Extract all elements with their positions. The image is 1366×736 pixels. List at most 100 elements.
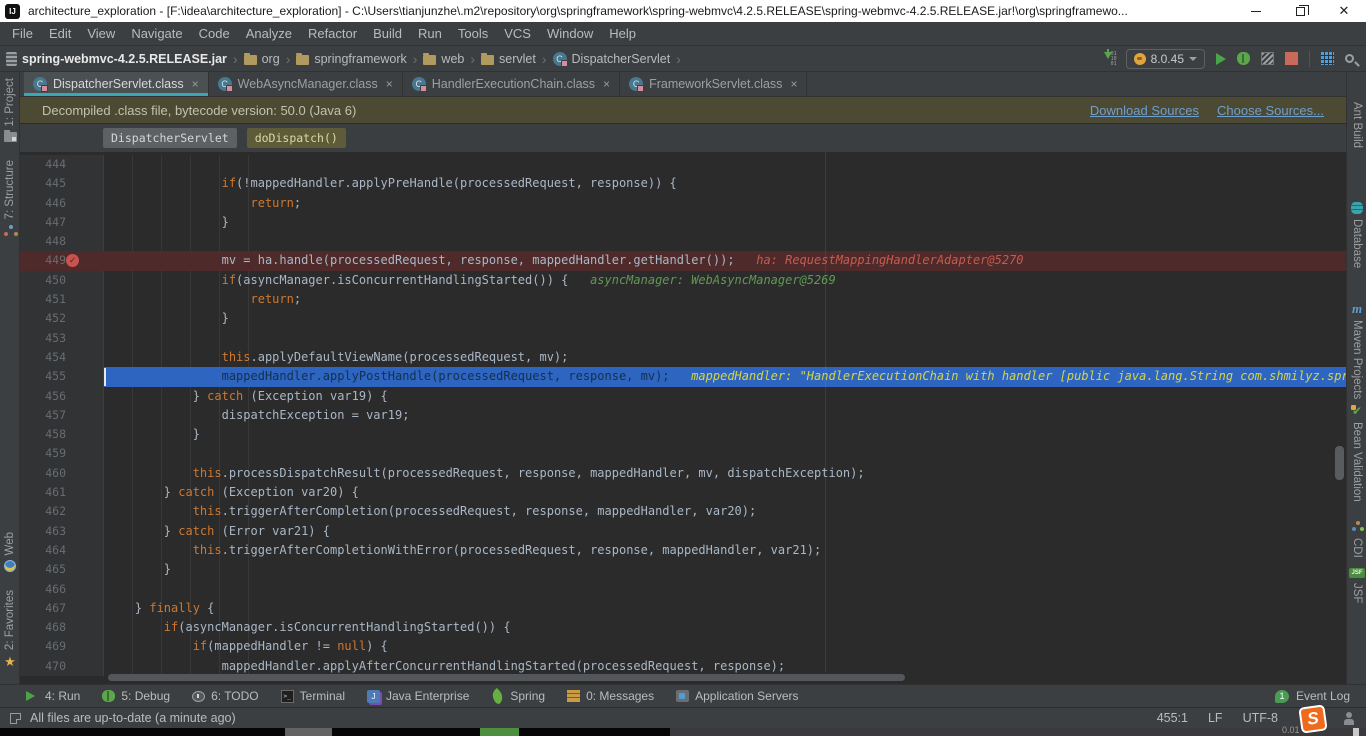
editor-breadcrumb-dodispatch[interactable]: doDispatch() xyxy=(246,128,346,148)
menu-refactor[interactable]: Refactor xyxy=(300,22,365,45)
gutter[interactable]: 446 xyxy=(20,193,104,213)
code-line-447[interactable]: 447 } xyxy=(20,212,1346,233)
gutter[interactable]: 452 xyxy=(20,309,104,329)
stop-button[interactable] xyxy=(1285,52,1298,65)
code-line-450[interactable]: 450 if(asyncManager.isConcurrentHandling… xyxy=(20,270,1346,291)
search-icon[interactable] xyxy=(1345,54,1354,63)
code-line-452[interactable]: 452 } xyxy=(20,309,1346,329)
close-button[interactable]: ✕ xyxy=(1322,0,1366,22)
code-line-448[interactable]: 448 xyxy=(20,232,1346,252)
choose-sources-link[interactable]: Choose Sources... xyxy=(1217,103,1324,118)
code-line-465[interactable]: 465 } xyxy=(20,560,1346,580)
tool-window-button-4-run[interactable]: 4: Run xyxy=(26,689,80,703)
gutter[interactable]: 460 xyxy=(20,463,104,484)
code-editor[interactable]: 444 445 if(!mappedHandler.applyPreHandle(… xyxy=(20,152,1346,684)
tool-button-maven-projects[interactable]: m Maven Projects xyxy=(1347,301,1366,400)
update-project-icon[interactable]: 01 10 01 xyxy=(1101,48,1117,66)
menu-build[interactable]: Build xyxy=(365,22,410,45)
horizontal-scrollbar[interactable] xyxy=(108,674,905,681)
minimize-button[interactable] xyxy=(1234,0,1278,22)
caret-position[interactable]: 455:1 xyxy=(1157,711,1188,725)
file-encoding[interactable]: UTF-8 xyxy=(1243,711,1278,725)
coverage-button[interactable] xyxy=(1261,52,1274,65)
menu-code[interactable]: Code xyxy=(191,22,238,45)
breakpoint-icon[interactable] xyxy=(66,254,79,268)
menu-analyze[interactable]: Analyze xyxy=(238,22,300,45)
tool-button-web[interactable]: Web xyxy=(0,532,20,573)
breadcrumb-item-dispatcherservlet[interactable]: C DispatcherServlet xyxy=(552,51,670,67)
menu-vcs[interactable]: VCS xyxy=(496,22,539,45)
gutter[interactable]: 462 xyxy=(20,502,104,522)
gutter[interactable]: 454 xyxy=(20,347,104,368)
tool-button-2-favorites[interactable]: 2: Favorites ★ xyxy=(0,590,20,668)
tab-dispatcherservlet-class[interactable]: C DispatcherServlet.class × xyxy=(24,72,209,96)
menu-view[interactable]: View xyxy=(79,22,123,45)
update-status-icon[interactable] xyxy=(10,712,21,724)
download-sources-link[interactable]: Download Sources xyxy=(1090,103,1199,118)
run-configuration-select[interactable]: 8.0.45 xyxy=(1125,48,1205,69)
gutter[interactable]: 459 xyxy=(20,444,104,464)
code-line-445[interactable]: 445 if(!mappedHandler.applyPreHandle(pro… xyxy=(20,174,1346,194)
tab-handlerexecutionchain-class[interactable]: C HandlerExecutionChain.class × xyxy=(403,72,621,96)
gutter[interactable]: 463 xyxy=(20,521,104,541)
gutter[interactable]: 464 xyxy=(20,540,104,561)
menu-navigate[interactable]: Navigate xyxy=(123,22,190,45)
vertical-scrollbar[interactable] xyxy=(1335,446,1344,480)
gutter[interactable]: 457 xyxy=(20,405,104,426)
gutter[interactable]: 469 xyxy=(20,637,104,657)
close-icon[interactable]: × xyxy=(192,77,199,91)
close-icon[interactable]: × xyxy=(790,77,797,91)
tool-window-button-5-debug[interactable]: 5: Debug xyxy=(102,689,170,703)
code-line-468[interactable]: 468 if(asyncManager.isConcurrentHandling… xyxy=(20,618,1346,638)
tool-button-jsf[interactable]: JSF JSF xyxy=(1347,568,1366,603)
gutter[interactable]: 470 xyxy=(20,656,104,677)
maximize-button[interactable] xyxy=(1278,0,1322,22)
tool-button-7-structure[interactable]: 7: Structure xyxy=(0,160,20,237)
gutter[interactable]: 461 xyxy=(20,483,104,503)
tool-window-button-spring[interactable]: Spring xyxy=(489,687,545,705)
breadcrumb-item-springframework[interactable]: springframework xyxy=(296,52,407,66)
run-button[interactable] xyxy=(1216,52,1226,65)
tool-button-bean-validation[interactable]: ✔ Bean Validation xyxy=(1347,404,1366,502)
code-line-453[interactable]: 453 xyxy=(20,328,1346,348)
event-log-button[interactable]: 1 Event Log xyxy=(1274,689,1350,703)
code-line-455[interactable]: 455 mappedHandler.applyPostHandle(proces… xyxy=(20,367,1346,387)
menu-edit[interactable]: Edit xyxy=(41,22,79,45)
tool-window-button-6-todo[interactable]: 6: TODO xyxy=(192,689,259,703)
code-line-457[interactable]: 457 dispatchException = var19; xyxy=(20,405,1346,426)
code-line-460[interactable]: 460 this.processDispatchResult(processed… xyxy=(20,463,1346,484)
tool-window-button-application-servers[interactable]: Application Servers xyxy=(676,689,799,703)
tool-window-button-java-enterprise[interactable]: J Java Enterprise xyxy=(367,689,469,703)
sogou-ime-icon[interactable]: S xyxy=(1298,704,1328,734)
code-line-446[interactable]: 446 return; xyxy=(20,193,1346,213)
code-line-469[interactable]: 469 if(mappedHandler != null) { xyxy=(20,637,1346,657)
gutter[interactable]: 448 xyxy=(20,232,104,252)
code-line-464[interactable]: 464 this.triggerAfterCompletionWithError… xyxy=(20,540,1346,561)
menu-file[interactable]: File xyxy=(4,22,41,45)
breadcrumb-item-spring-webmvc-4-2-5-release-jar[interactable]: spring-webmvc-4.2.5.RELEASE.jar xyxy=(6,51,227,66)
code-line-456[interactable]: 456 } catch (Exception var19) { xyxy=(20,386,1346,406)
tool-window-button-0-messages[interactable]: 0: Messages xyxy=(567,689,654,703)
code-line-461[interactable]: 461 } catch (Exception var20) { xyxy=(20,483,1346,503)
code-line-462[interactable]: 462 this.triggerAfterCompletion(processe… xyxy=(20,502,1346,522)
gutter[interactable]: 465 xyxy=(20,560,104,580)
gutter[interactable]: 453 xyxy=(20,328,104,348)
gutter[interactable]: 449 xyxy=(20,251,104,270)
gutter[interactable]: 447 xyxy=(20,212,104,233)
gutter[interactable]: 458 xyxy=(20,425,104,445)
tool-button-cdi[interactable]: CDI xyxy=(1347,520,1366,558)
gutter[interactable]: 445 xyxy=(20,174,104,194)
code-line-458[interactable]: 458 } xyxy=(20,425,1346,445)
gutter[interactable]: 466 xyxy=(20,579,104,599)
tab-webasyncmanager-class[interactable]: C WebAsyncManager.class × xyxy=(209,72,403,96)
breadcrumb-item-org[interactable]: org xyxy=(243,52,280,66)
code-line-466[interactable]: 466 xyxy=(20,579,1346,599)
code-line-444[interactable]: 444 xyxy=(20,155,1346,175)
code-line-449[interactable]: 449 mv = ha.handle(processedRequest, res… xyxy=(20,251,1346,271)
gutter[interactable]: 467 xyxy=(20,598,104,619)
code-line-451[interactable]: 451 return; xyxy=(20,290,1346,310)
tool-button-1-project[interactable]: 1: Project xyxy=(0,78,20,142)
tool-button-database[interactable]: Database xyxy=(1347,202,1366,268)
line-separator[interactable]: LF xyxy=(1208,711,1223,725)
gutter[interactable]: 456 xyxy=(20,386,104,406)
